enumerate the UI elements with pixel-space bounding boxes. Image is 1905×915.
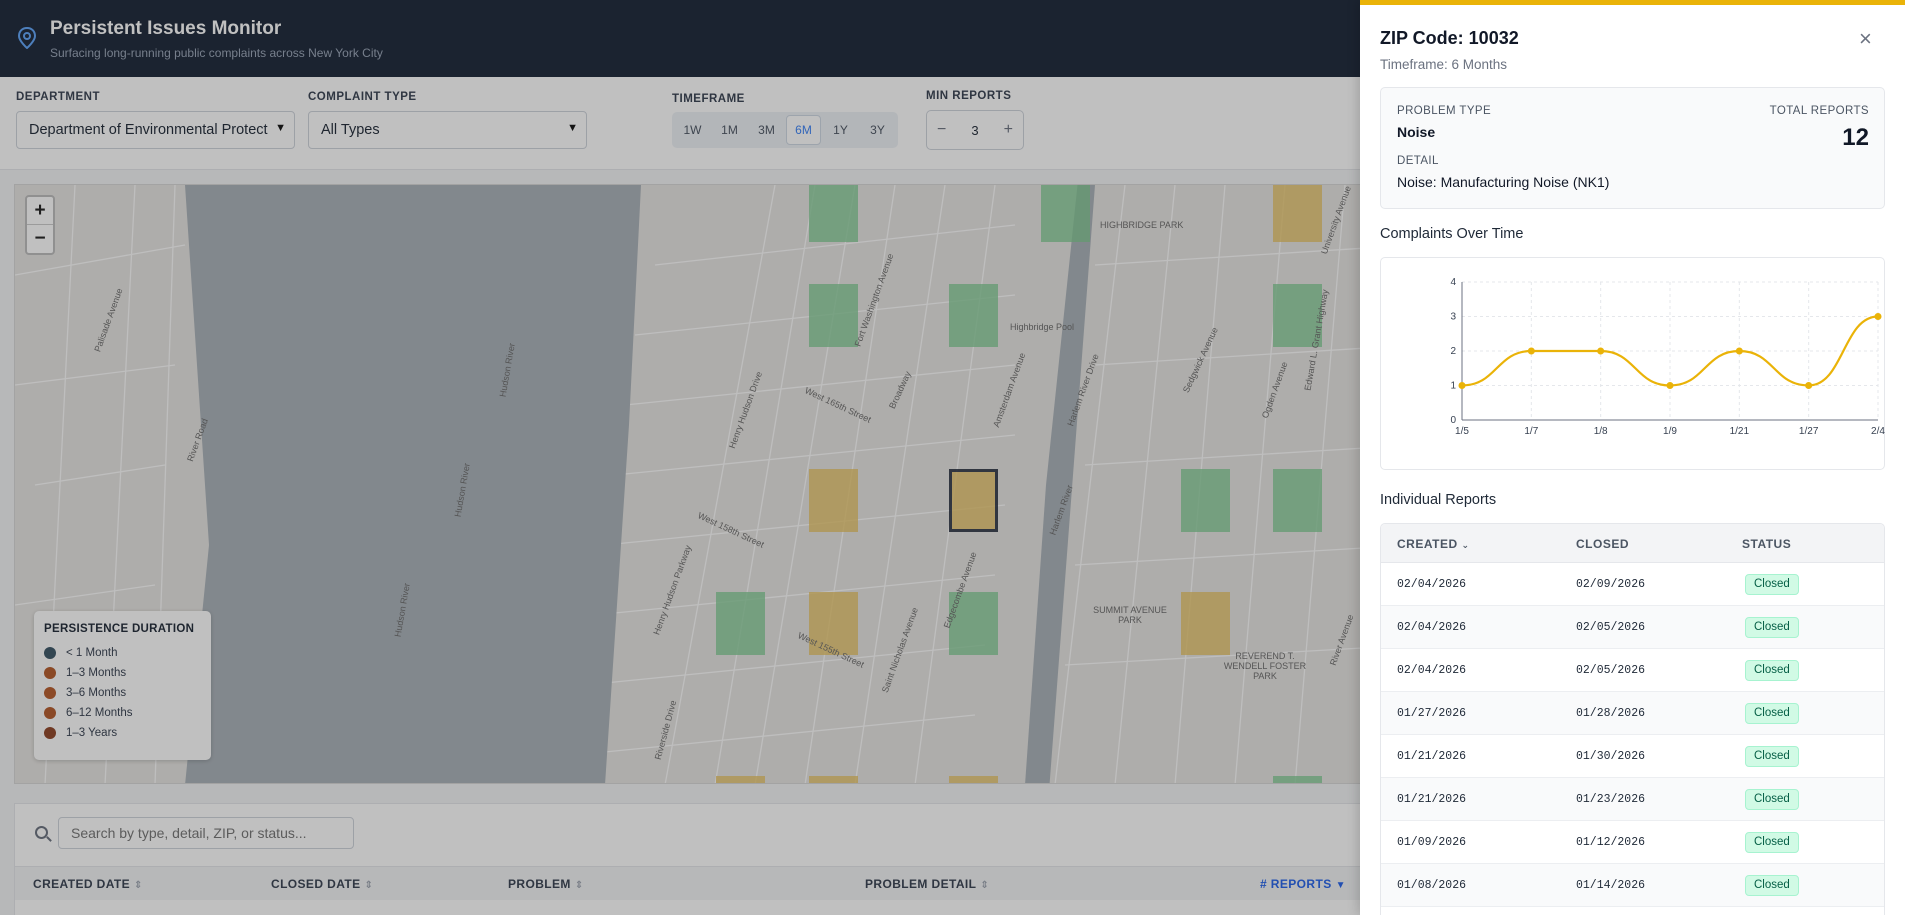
table-row[interactable]: 02/04/2026 02/09/2026 Closed xyxy=(1381,563,1884,606)
col-created[interactable]: CREATED ⌄ xyxy=(1397,537,1470,551)
zip-detail-panel: ZIP Code: 10032 Timeframe: 6 Months × PR… xyxy=(1360,0,1905,915)
data-point xyxy=(1874,313,1882,320)
status-badge: Closed xyxy=(1745,574,1799,595)
x-tick-label: 1/5 xyxy=(1455,426,1469,437)
reports-table: CREATED ⌄ CLOSED STATUS 02/04/2026 02/09/… xyxy=(1380,523,1885,915)
closed-cell: 02/05/2026 xyxy=(1576,664,1646,677)
data-point xyxy=(1805,382,1813,389)
modal-backdrop[interactable] xyxy=(0,0,1360,915)
status-badge: Closed xyxy=(1745,660,1799,681)
chevron-down-icon: ⌄ xyxy=(1461,540,1470,550)
reports-table-header: CREATED ⌄ CLOSED STATUS xyxy=(1381,524,1884,563)
data-point xyxy=(1735,347,1743,355)
status-badge: Closed xyxy=(1745,875,1799,896)
status-badge: Closed xyxy=(1745,832,1799,853)
created-cell: 01/21/2026 xyxy=(1397,793,1467,806)
x-tick-label: 1/9 xyxy=(1663,426,1677,437)
y-tick-label: 0 xyxy=(1450,415,1456,426)
x-tick-label: 1/21 xyxy=(1730,426,1750,437)
x-tick-label: 1/7 xyxy=(1524,426,1538,437)
reports-section-title: Individual Reports xyxy=(1380,492,1497,508)
data-point xyxy=(1597,347,1605,355)
problem-type-value: Noise xyxy=(1397,124,1436,140)
table-row[interactable]: 01/09/2026 01/12/2026 Closed xyxy=(1381,821,1884,864)
created-cell: 02/04/2026 xyxy=(1397,664,1467,677)
close-icon[interactable]: × xyxy=(1859,28,1872,50)
data-point xyxy=(1666,382,1674,389)
data-point xyxy=(1527,347,1535,355)
created-cell: 02/04/2026 xyxy=(1397,621,1467,634)
created-cell: 02/04/2026 xyxy=(1397,578,1467,591)
table-row[interactable]: 01/27/2026 01/28/2026 Closed xyxy=(1381,692,1884,735)
status-badge: Closed xyxy=(1745,703,1799,724)
x-tick-label: 1/27 xyxy=(1799,426,1819,437)
y-tick-label: 1 xyxy=(1450,381,1456,392)
data-point xyxy=(1458,382,1466,389)
closed-cell: 01/28/2026 xyxy=(1576,707,1646,720)
chart-section-title: Complaints Over Time xyxy=(1380,226,1524,242)
closed-cell: 01/23/2026 xyxy=(1576,793,1646,806)
problem-type-label: PROBLEM TYPE xyxy=(1397,105,1492,117)
accent-bar xyxy=(1360,0,1905,5)
complaints-chart-card: 0 1 2 3 4 1/5 1/7 1/8 1/9 1/21 1/27 2/4 xyxy=(1380,257,1885,470)
panel-subtitle: Timeframe: 6 Months xyxy=(1380,57,1508,72)
status-badge: Closed xyxy=(1745,746,1799,767)
closed-cell: 01/30/2026 xyxy=(1576,750,1646,763)
created-cell: 01/21/2026 xyxy=(1397,750,1467,763)
x-tick-label: 2/4 xyxy=(1871,426,1885,437)
x-tick-label: 1/8 xyxy=(1594,426,1608,437)
closed-cell: 02/05/2026 xyxy=(1576,621,1646,634)
status-badge: Closed xyxy=(1745,617,1799,638)
closed-cell: 01/14/2026 xyxy=(1576,879,1646,892)
detail-label: DETAIL xyxy=(1397,155,1439,167)
created-cell: 01/27/2026 xyxy=(1397,707,1467,720)
issue-summary-card: PROBLEM TYPE Noise TOTAL REPORTS 12 DETA… xyxy=(1380,87,1885,209)
table-row[interactable]: 02/04/2026 02/05/2026 Closed xyxy=(1381,649,1884,692)
table-row[interactable]: 01/21/2026 01/23/2026 Closed xyxy=(1381,778,1884,821)
panel-title: ZIP Code: 10032 xyxy=(1380,28,1519,48)
created-cell: 01/09/2026 xyxy=(1397,836,1467,849)
col-closed[interactable]: CLOSED xyxy=(1576,537,1629,551)
y-tick-label: 3 xyxy=(1450,312,1456,323)
status-badge: Closed xyxy=(1745,789,1799,810)
table-row[interactable]: 02/04/2026 02/05/2026 Closed xyxy=(1381,606,1884,649)
closed-cell: 02/09/2026 xyxy=(1576,578,1646,591)
y-tick-label: 4 xyxy=(1450,277,1456,288)
created-cell: 01/08/2026 xyxy=(1397,879,1467,892)
closed-cell: 01/12/2026 xyxy=(1576,836,1646,849)
complaints-line-chart: 0 1 2 3 4 1/5 1/7 1/8 1/9 1/21 1/27 2/4 xyxy=(1450,277,1885,437)
total-reports-value: 12 xyxy=(1842,124,1869,151)
table-row[interactable]: 01/08/2026 01/14/2026 Closed xyxy=(1381,864,1884,907)
total-reports-label: TOTAL REPORTS xyxy=(1769,105,1869,117)
table-row[interactable]: 01/21/2026 01/30/2026 Closed xyxy=(1381,735,1884,778)
col-status[interactable]: STATUS xyxy=(1742,537,1791,551)
detail-value: Noise: Manufacturing Noise (NK1) xyxy=(1397,174,1610,190)
y-tick-label: 2 xyxy=(1450,346,1456,357)
